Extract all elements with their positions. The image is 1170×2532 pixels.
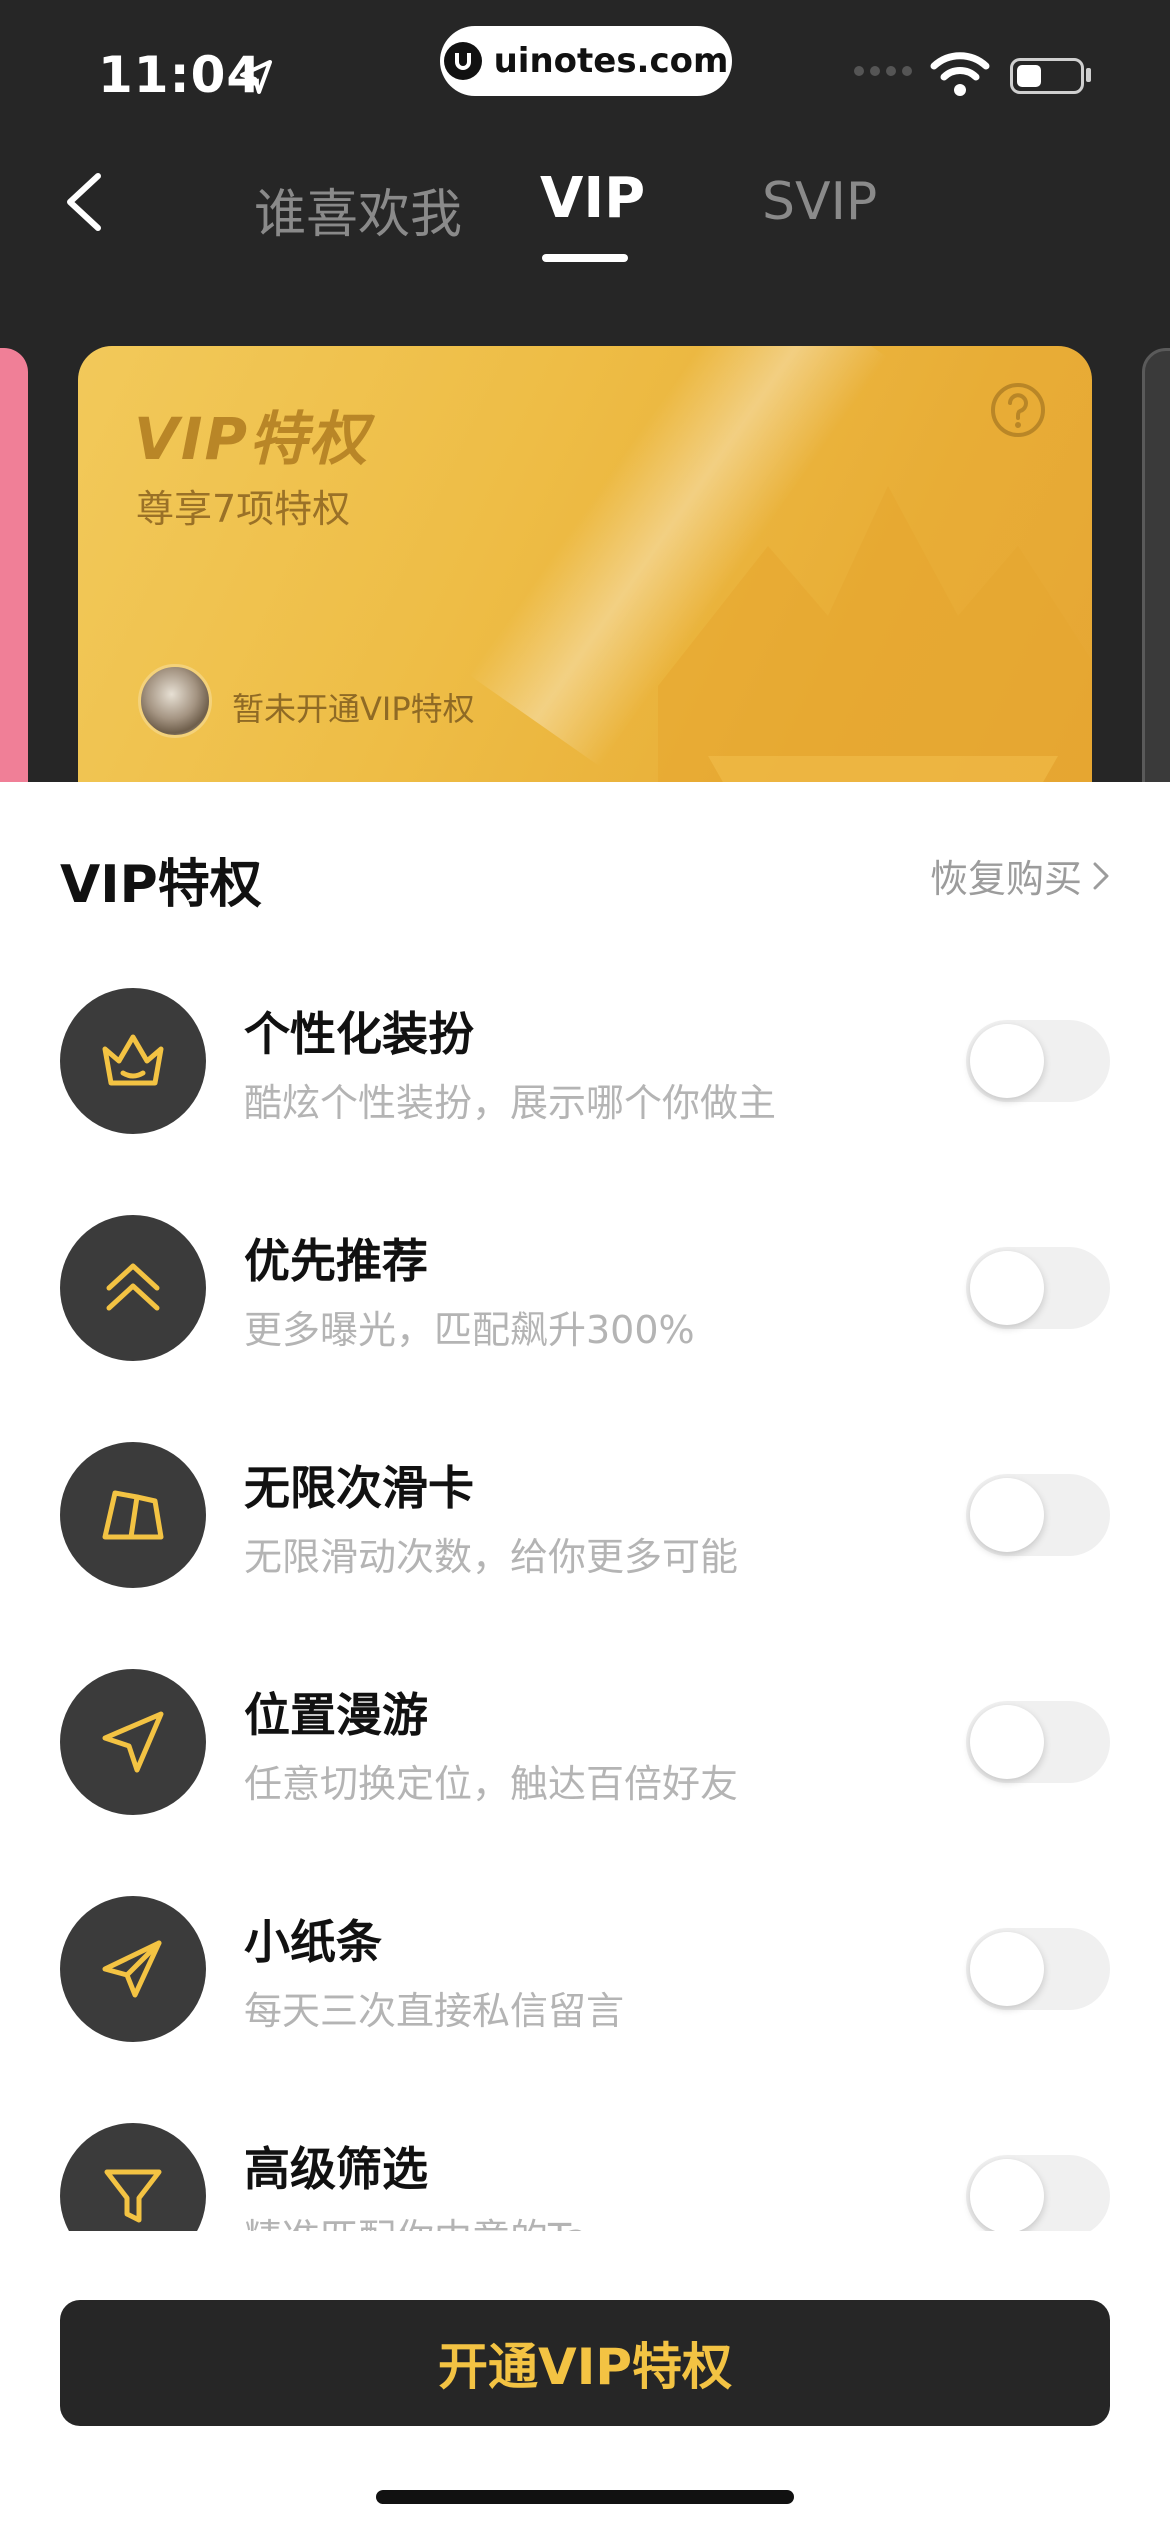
privilege-name: 无限次滑卡 bbox=[244, 1461, 474, 1515]
watermark-badge: uinotes.com bbox=[440, 26, 732, 96]
privileges-sheet: VIP特权 恢复购买 个性化装扮 酷炫个性装扮，展示哪个你做主 优先推荐 更多曝… bbox=[0, 782, 1170, 2532]
header-area: 11:04 uinotes.com 谁喜欢我 VIP SVIP VIP特权 尊享… bbox=[0, 0, 1170, 782]
open-vip-button[interactable]: 开通VIP特权 bbox=[60, 2300, 1110, 2426]
home-indicator[interactable] bbox=[376, 2490, 794, 2504]
tab-vip[interactable]: VIP bbox=[540, 166, 645, 231]
double-chevron-up-icon bbox=[106, 1263, 160, 1311]
help-icon[interactable] bbox=[990, 382, 1046, 438]
active-tab-indicator bbox=[542, 254, 628, 262]
privilege-desc: 无限滑动次数，给你更多可能 bbox=[244, 1535, 739, 1579]
privilege-item[interactable]: 位置漫游 任意切换定位，触达百倍好友 bbox=[0, 1669, 1170, 1849]
privilege-item[interactable]: 小纸条 每天三次直接私信留言 bbox=[0, 1896, 1170, 2076]
cards-icon bbox=[102, 1490, 164, 1540]
card-subtitle: 尊享7项特权 bbox=[136, 487, 351, 531]
privilege-item[interactable]: 个性化装扮 酷炫个性装扮，展示哪个你做主 bbox=[0, 988, 1170, 1168]
privilege-toggle[interactable] bbox=[966, 1928, 1110, 2010]
back-chevron-icon[interactable] bbox=[62, 170, 106, 234]
restore-purchase-link[interactable]: 恢复购买 bbox=[930, 848, 1110, 903]
filter-icon bbox=[104, 2169, 162, 2223]
cellular-signal-icon bbox=[854, 66, 912, 76]
privilege-icon-bg bbox=[60, 988, 206, 1134]
tab-svip[interactable]: SVIP bbox=[762, 172, 877, 232]
privilege-item[interactable]: 高级筛选 精准匹配你中意的Ta bbox=[0, 2123, 1170, 2231]
vip-card[interactable]: VIP特权 尊享7项特权 暂未开通VIP特权 bbox=[78, 346, 1092, 782]
battery-icon bbox=[1010, 58, 1084, 94]
wifi-icon bbox=[930, 52, 990, 96]
privilege-icon-bg bbox=[60, 1442, 206, 1588]
location-arrow-icon bbox=[240, 60, 272, 94]
privilege-icon-bg bbox=[60, 1215, 206, 1361]
privilege-icon-bg bbox=[60, 1669, 206, 1815]
restore-purchase-label: 恢复购买 bbox=[929, 857, 1082, 901]
paper-plane-icon bbox=[102, 1940, 162, 1998]
watermark-logo bbox=[443, 42, 482, 80]
tab-who-likes-me[interactable]: 谁喜欢我 bbox=[254, 172, 462, 247]
privilege-name: 个性化装扮 bbox=[244, 1007, 474, 1061]
privilege-toggle[interactable] bbox=[966, 1247, 1110, 1329]
privilege-toggle[interactable] bbox=[966, 1020, 1110, 1102]
watermark-text: uinotes.com bbox=[493, 41, 729, 81]
next-card-peek[interactable] bbox=[1142, 348, 1170, 782]
card-title: VIP特权 bbox=[134, 405, 369, 473]
avatar bbox=[138, 664, 212, 738]
privilege-icon-bg bbox=[60, 2123, 206, 2231]
crown-icon bbox=[102, 1034, 164, 1086]
privilege-name: 小纸条 bbox=[244, 1915, 382, 1969]
privilege-desc: 酷炫个性装扮，展示哪个你做主 bbox=[244, 1081, 777, 1125]
privilege-name: 位置漫游 bbox=[244, 1688, 428, 1742]
crown-watermark-icon bbox=[658, 486, 1092, 782]
privilege-desc: 更多曝光，匹配飙升300% bbox=[244, 1308, 695, 1352]
previous-card-peek[interactable] bbox=[0, 348, 28, 782]
privilege-toggle[interactable] bbox=[966, 2155, 1110, 2231]
vip-status-text: 暂未开通VIP特权 bbox=[232, 690, 475, 728]
privilege-icon-bg bbox=[60, 1896, 206, 2042]
privilege-desc: 任意切换定位，触达百倍好友 bbox=[244, 1762, 739, 1806]
location-arrow-icon bbox=[102, 1711, 164, 1773]
privilege-item[interactable]: 无限次滑卡 无限滑动次数，给你更多可能 bbox=[0, 1442, 1170, 1622]
privilege-desc: 每天三次直接私信留言 bbox=[244, 1989, 625, 2033]
privilege-name: 优先推荐 bbox=[244, 1234, 428, 1288]
privilege-desc: 精准匹配你中意的Ta bbox=[244, 2207, 588, 2231]
privilege-item[interactable]: 优先推荐 更多曝光，匹配飙升300% bbox=[0, 1215, 1170, 1395]
privilege-toggle[interactable] bbox=[966, 1474, 1110, 1556]
chevron-right-icon bbox=[1093, 862, 1109, 889]
privilege-name: 高级筛选 bbox=[244, 2142, 428, 2196]
privilege-toggle[interactable] bbox=[966, 1701, 1110, 1783]
section-title: VIP特权 bbox=[60, 855, 262, 915]
